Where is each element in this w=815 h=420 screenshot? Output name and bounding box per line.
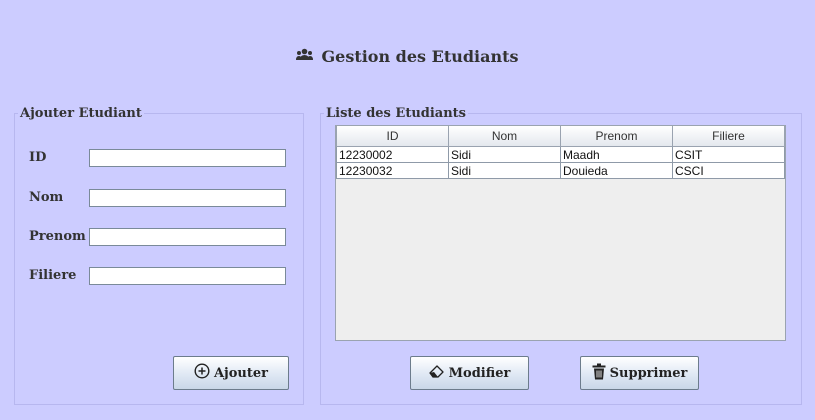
add-student-legend: Ajouter Etudiant: [20, 106, 142, 121]
column-header-nom[interactable]: Nom: [448, 126, 561, 147]
table-cell[interactable]: 12230032: [336, 162, 449, 179]
users-icon: [296, 47, 321, 66]
prenom-field[interactable]: [89, 228, 286, 246]
nom-field[interactable]: [89, 189, 286, 207]
id-field[interactable]: [89, 149, 286, 167]
modify-button-label: Modifier: [448, 365, 511, 381]
plus-circle-icon: [194, 363, 214, 383]
nom-label: Nom: [29, 190, 64, 205]
trash-icon: [592, 363, 610, 384]
table-cell[interactable]: CSCI: [672, 162, 785, 179]
table-cell[interactable]: Maadh: [560, 146, 673, 163]
delete-button[interactable]: Supprimer: [580, 356, 699, 390]
table-cell[interactable]: Sidi: [448, 162, 561, 179]
id-label: ID: [29, 150, 47, 165]
page-title-text: Gestion des Etudiants: [321, 46, 519, 66]
table-cell[interactable]: Sidi: [448, 146, 561, 163]
prenom-label: Prenom: [29, 229, 86, 244]
table-header-row: ID Nom Prenom Filiere: [336, 126, 785, 147]
filiere-field[interactable]: [89, 267, 286, 285]
table-cell[interactable]: 12230002: [336, 146, 449, 163]
filiere-label: Filiere: [29, 268, 77, 283]
column-header-id[interactable]: ID: [336, 126, 449, 147]
student-list-legend: Liste des Etudiants: [326, 106, 466, 121]
delete-button-label: Supprimer: [609, 365, 688, 381]
table-cell[interactable]: Douieda: [560, 162, 673, 179]
page-title: Gestion des Etudiants: [0, 44, 815, 68]
add-button[interactable]: Ajouter: [173, 356, 289, 390]
add-button-label: Ajouter: [213, 365, 269, 381]
modify-button[interactable]: Modifier: [410, 356, 529, 390]
table-row[interactable]: 12230002 Sidi Maadh CSIT: [336, 146, 785, 163]
table-row[interactable]: 12230032 Sidi Douieda CSCI: [336, 162, 785, 179]
column-header-filiere[interactable]: Filiere: [672, 126, 785, 147]
eraser-icon: [429, 364, 449, 382]
table-cell[interactable]: CSIT: [672, 146, 785, 163]
students-table[interactable]: ID Nom Prenom Filiere 12230002 Sidi Maad…: [335, 125, 786, 341]
column-header-prenom[interactable]: Prenom: [560, 126, 673, 147]
